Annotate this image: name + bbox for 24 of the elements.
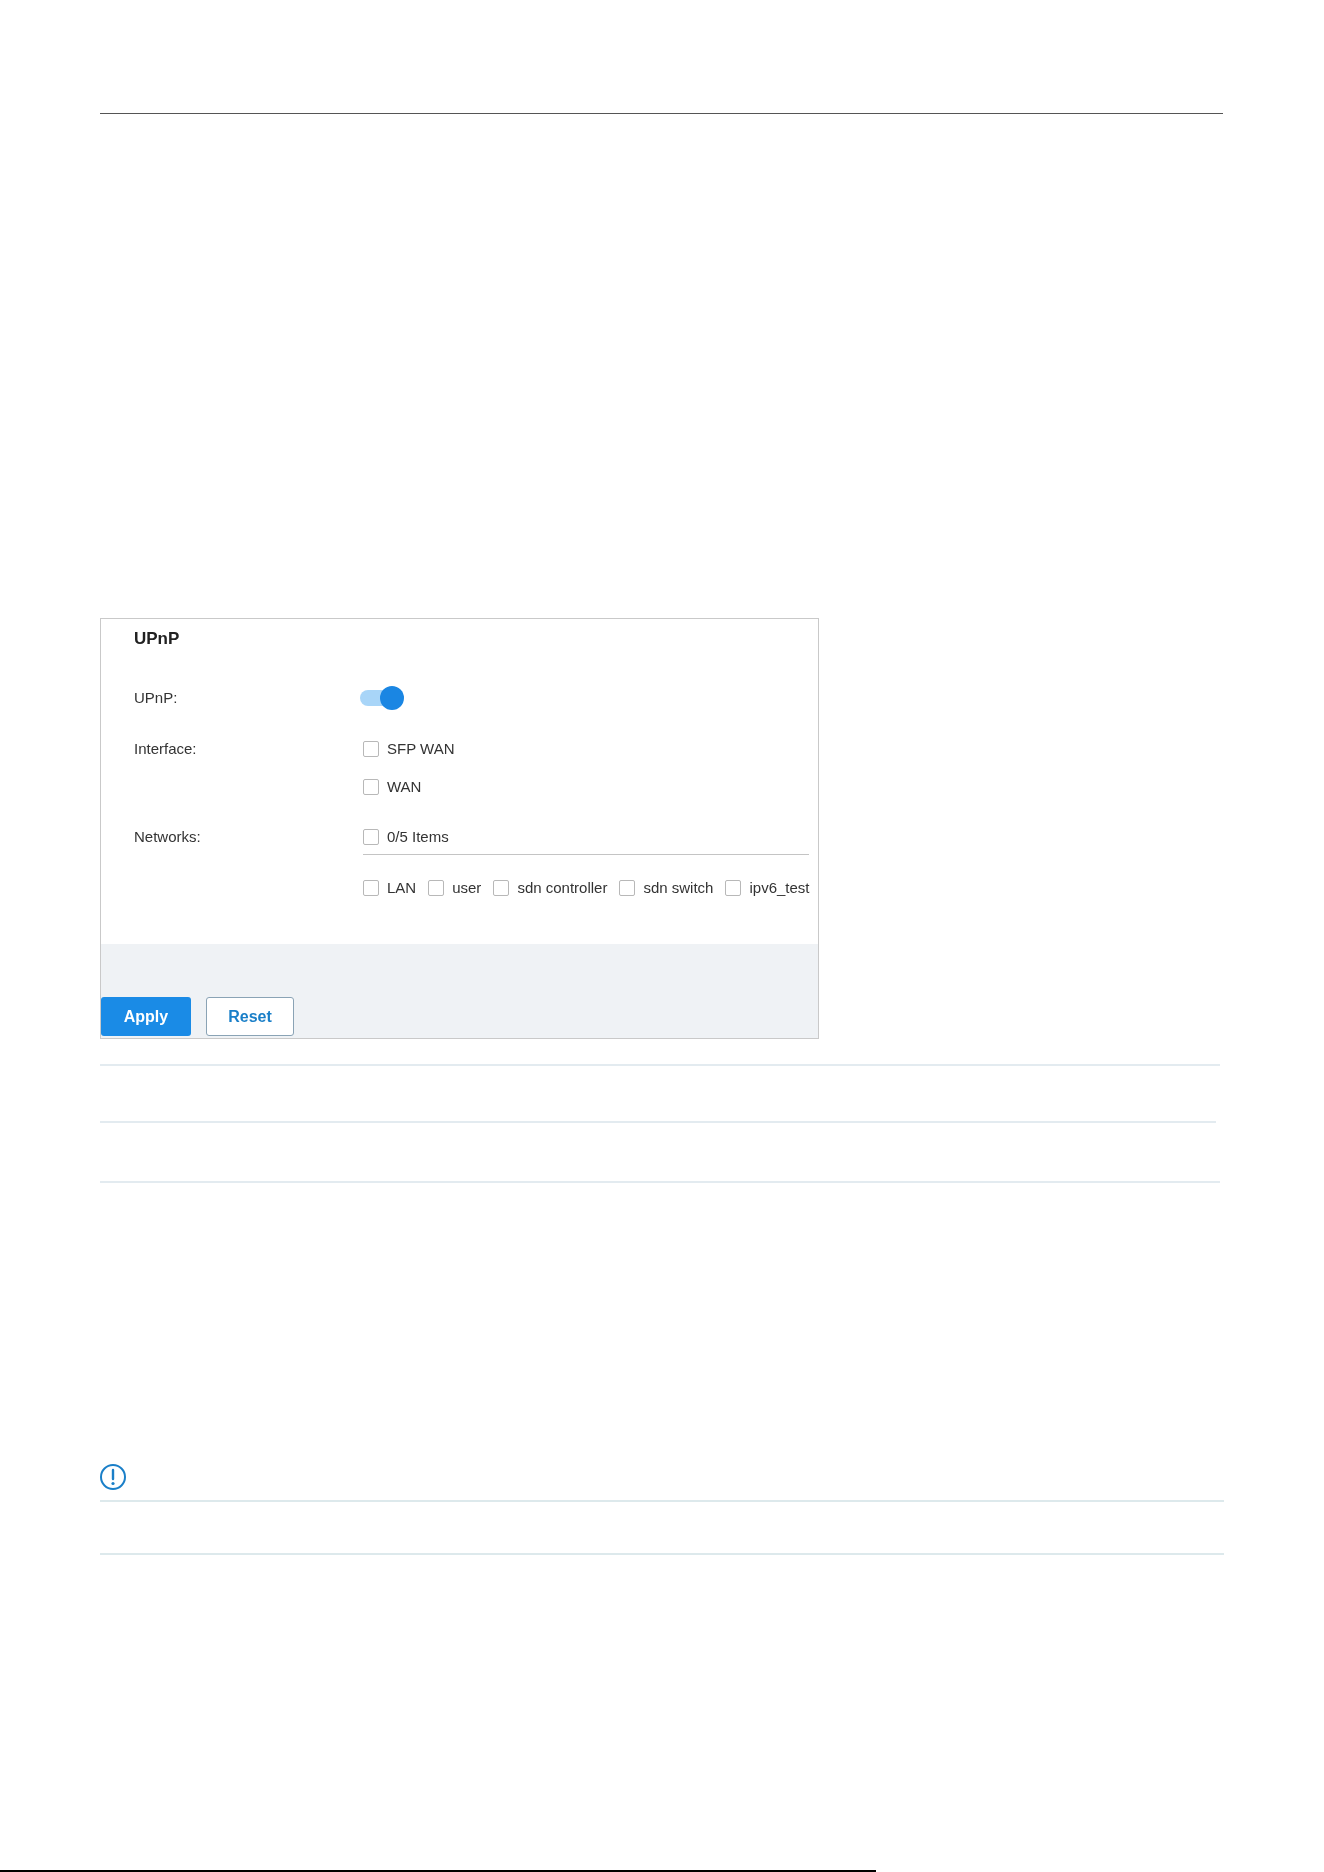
checkbox[interactable] xyxy=(725,880,742,896)
checkbox-label: 0/5 Items xyxy=(387,827,449,847)
toggle-switch[interactable] xyxy=(360,686,404,710)
checkbox-label: sdn controller xyxy=(517,878,608,898)
checkbox[interactable] xyxy=(363,829,379,845)
info-icon xyxy=(100,1464,126,1490)
checkbox[interactable] xyxy=(619,880,636,896)
apply-button[interactable]: Apply xyxy=(101,997,191,1036)
checkbox-label: ipv6_test xyxy=(749,878,810,898)
checkbox[interactable] xyxy=(363,741,379,757)
checkbox-label: user xyxy=(452,878,482,898)
panel-title: UPnP xyxy=(134,628,180,650)
checkbox-label: LAN xyxy=(387,878,417,898)
checkbox-label: SFP WAN xyxy=(387,739,455,759)
field-label: Interface: xyxy=(134,739,197,759)
checkbox[interactable] xyxy=(428,880,445,896)
checkbox[interactable] xyxy=(493,880,510,896)
field-label: Networks: xyxy=(134,827,201,847)
checkbox-label: WAN xyxy=(387,777,422,797)
reset-button[interactable]: Reset xyxy=(206,997,294,1036)
checkbox[interactable] xyxy=(363,779,379,795)
checkbox[interactable] xyxy=(363,880,379,896)
checkbox-label: sdn switch xyxy=(643,878,714,898)
field-label: UPnP: xyxy=(134,688,178,708)
